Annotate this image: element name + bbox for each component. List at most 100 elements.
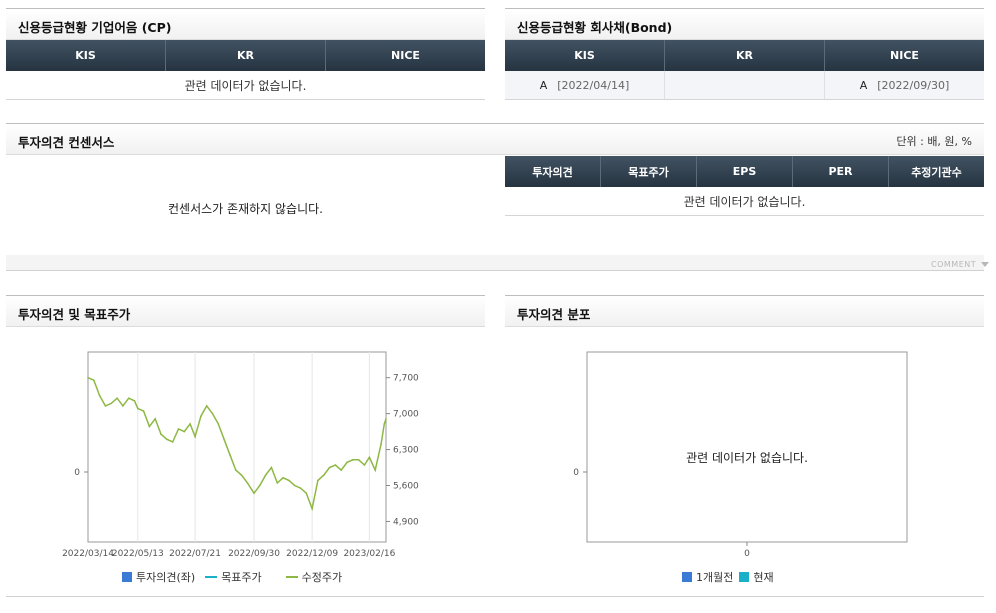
bond-col-kis: KIS — [505, 40, 665, 71]
price-point — [223, 438, 225, 441]
price-point — [374, 469, 377, 471]
price-point — [363, 464, 366, 466]
legend-label-month-ago: 1개월전 — [696, 571, 734, 584]
distribution-plot-frame — [586, 351, 908, 543]
price-point — [87, 376, 89, 379]
price-point — [253, 492, 255, 494]
consensus-unit-label: 단위 : 배, 원, % — [896, 135, 972, 148]
price-point — [217, 423, 220, 425]
opinion-chart-legend: 투자의견(좌) 목표주가 수정주가 — [122, 569, 352, 585]
price-point — [346, 461, 348, 464]
consensus-section-title: 투자의견 컨센서스 — [18, 135, 115, 150]
consensus-col-per: PER — [793, 156, 889, 187]
price-point — [154, 418, 156, 420]
distribution-chart-header: 투자의견 분포 — [505, 295, 984, 327]
price-point — [98, 394, 101, 397]
bond-section-title: 신용등급현황 회사채(Bond) — [517, 20, 673, 35]
bond-cell-kis: A [2022/04/14] — [505, 71, 665, 99]
price-point — [122, 405, 124, 407]
price-point — [259, 484, 261, 487]
x-tick-label: 2022/12/09 — [286, 549, 338, 559]
price-point — [127, 397, 130, 399]
price-point — [200, 415, 202, 417]
price-point — [235, 469, 237, 471]
cp-section-title: 신용등급현황 기업어음 (CP) — [18, 20, 172, 35]
y-right-tick-label: 7,700 — [393, 374, 419, 384]
price-point — [229, 453, 231, 456]
legend-item-target: 목표주가 — [205, 569, 262, 585]
x-tick-label: 2022/05/13 — [112, 549, 164, 559]
bond-col-kr: KR — [665, 40, 825, 71]
bond-kis-grade: A — [539, 78, 548, 92]
price-point — [293, 484, 296, 487]
consensus-section-header: 투자의견 컨센서스 단위 : 배, 원, % — [6, 123, 984, 155]
price-point — [383, 423, 386, 425]
price-point — [311, 507, 313, 510]
bond-kis-date: [2022/04/14] — [557, 78, 630, 92]
opinion-chart-header: 투자의견 및 목표주가 — [6, 295, 485, 327]
cp-section-header: 신용등급현황 기업어음 (CP) — [6, 8, 485, 40]
price-point — [352, 459, 354, 461]
price-point — [148, 425, 151, 428]
price-point — [357, 459, 360, 461]
price-point — [385, 418, 387, 420]
distribution-chart-legend: 1개월전 현재 — [682, 569, 784, 585]
cp-empty-message: 관련 데이터가 없습니다. — [184, 78, 307, 93]
price-point — [137, 407, 139, 410]
price-point — [171, 441, 174, 443]
price-point — [166, 438, 168, 441]
legend-swatch-price — [285, 576, 298, 578]
distribution-chart-title: 투자의견 분포 — [517, 307, 591, 322]
page-bottom-rule — [6, 596, 984, 597]
x-tick-label: 2022/07/21 — [169, 549, 221, 559]
price-point — [317, 479, 319, 482]
price-point — [240, 474, 243, 476]
price-point — [183, 430, 186, 433]
consensus-bottom-strip — [6, 255, 984, 271]
legend-label-target: 목표주가 — [221, 571, 262, 584]
triangle-down-icon — [981, 262, 990, 267]
bond-cell-nice: A [2022/09/30] — [825, 71, 984, 99]
opinion-chart-area: 2022/03/14 2022/05/13 2022/07/21 2022/09/30… — [6, 327, 485, 595]
y-right-tick-label: 7,000 — [393, 410, 419, 420]
legend-item-current: 현재 — [739, 569, 774, 585]
price-point — [276, 482, 279, 484]
bond-rating-row: A [2022/04/14] A [2022/09/30] — [505, 71, 984, 100]
price-point — [299, 487, 302, 489]
price-point — [133, 400, 136, 402]
y-right-tick-label: 6,300 — [393, 446, 419, 456]
cp-col-kr: KR — [166, 40, 326, 71]
price-point — [93, 379, 95, 381]
comment-label: COMMENT — [931, 260, 977, 269]
consensus-table-empty-row: 관련 데이터가 없습니다. — [505, 187, 984, 216]
price-point — [368, 456, 371, 459]
price-point — [264, 474, 267, 476]
bond-section-header: 신용등급현황 회사채(Bond) — [505, 8, 984, 40]
opinion-chart-title: 투자의견 및 목표주가 — [18, 307, 131, 322]
price-point — [189, 423, 191, 425]
bond-cell-kr — [665, 71, 825, 99]
price-point — [177, 428, 180, 430]
cp-col-nice: NICE — [326, 40, 485, 71]
price-point — [194, 435, 196, 438]
plot-frame — [87, 351, 387, 543]
legend-item-price: 수정주가 — [285, 569, 342, 585]
cp-col-kis: KIS — [6, 40, 166, 71]
legend-item-month-ago: 1개월전 — [682, 569, 733, 585]
x-tick-label: 2022/09/30 — [228, 549, 280, 559]
bond-col-nice: NICE — [825, 40, 984, 71]
y-right-tick-label: 4,900 — [393, 517, 419, 527]
consensus-col-estimators: 추정기관수 — [889, 156, 984, 187]
consensus-empty-message: 컨센서스가 존재하지 않습니다. — [168, 202, 323, 216]
consensus-table-header: 투자의견 목표주가 EPS PER 추정기관수 — [505, 156, 984, 187]
comment-toggle[interactable]: COMMENT — [931, 260, 990, 269]
consensus-col-target-price: 목표주가 — [601, 156, 697, 187]
legend-label-opinion: 투자의견(좌) — [136, 571, 196, 584]
distribution-y-tick-label: 0 — [573, 468, 579, 478]
price-point — [205, 405, 208, 407]
y-right-tick-label: 5,600 — [393, 482, 419, 492]
price-point — [322, 474, 325, 476]
legend-label-current: 현재 — [753, 571, 774, 584]
cp-empty-row: 관련 데이터가 없습니다. — [6, 71, 485, 100]
consensus-col-eps: EPS — [697, 156, 793, 187]
